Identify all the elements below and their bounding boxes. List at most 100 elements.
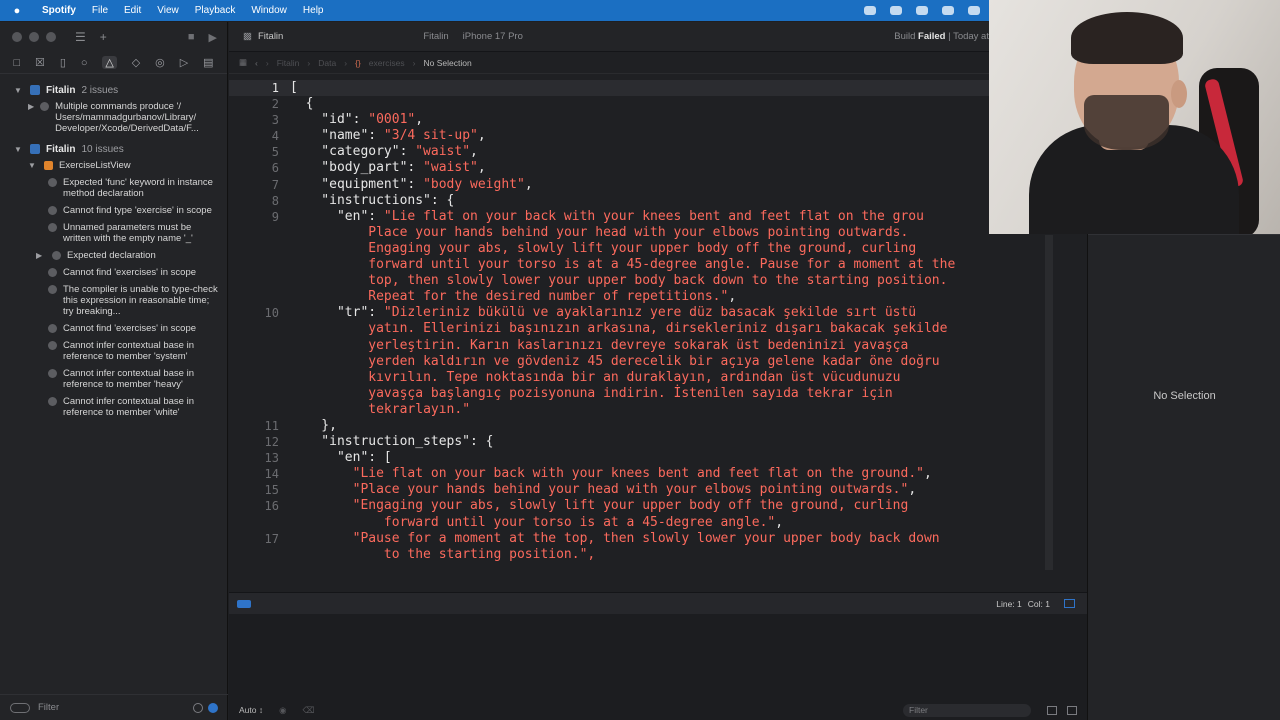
recent-filter-icon[interactable] — [193, 702, 203, 713]
breakpoint-icon[interactable]: ▷ — [180, 56, 188, 69]
issue-item[interactable]: Cannot find 'exercises' in scope — [0, 264, 227, 281]
menu-edit[interactable]: Edit — [116, 5, 149, 16]
cursor-col: Col: 1 — [1027, 598, 1050, 609]
code-text: "tr": "Dizleriniz bükülü ve ayaklarınız … — [290, 305, 917, 321]
debug-icon[interactable]: ◎ — [155, 56, 165, 69]
pen-icon[interactable] — [942, 6, 954, 15]
cloud-icon[interactable] — [890, 6, 902, 15]
eye-icon[interactable]: ◉ — [279, 705, 286, 716]
issue-item[interactable]: Cannot find type 'exercise' in scope — [0, 202, 227, 219]
bookmark-icon[interactable]: ▯ — [60, 56, 66, 69]
minimize-window-button[interactable] — [29, 32, 39, 42]
breakpoints-toggle-icon[interactable] — [237, 599, 251, 608]
errors-only-filter-icon[interactable] — [208, 702, 218, 713]
issue-group[interactable]: ▼ Fitalin 10 issues — [0, 141, 227, 157]
code-text: "body_part": "waist", — [290, 160, 486, 176]
line-number: 6 — [271, 161, 279, 176]
line-number — [229, 402, 279, 418]
console-bar: Auto ↕ ◉ ⌫ Filter — [229, 700, 1087, 720]
issue-item[interactable]: The compiler is unable to type-check thi… — [0, 281, 227, 320]
code-text: "Place your hands behind your head with … — [352, 482, 917, 498]
zoom-window-button[interactable] — [46, 32, 56, 42]
issue-file[interactable]: ▼ ExerciseListView — [0, 157, 227, 174]
menu-app-name[interactable]: Spotify — [34, 5, 84, 16]
code-editor[interactable]: 1[ 2 { 3 "id": "0001", 4 "name": "3/4 si… — [229, 80, 1087, 592]
json-string: Engaging your abs, slowly lift your uppe… — [368, 240, 917, 256]
issue-item[interactable]: Cannot find 'exercises' in scope — [0, 320, 227, 337]
json-string: yavaşça başlangıç pozisyonuna indirin. İ… — [368, 385, 893, 401]
code-text: yerden kaldırın ve gövdeniz 45 derecelik… — [279, 354, 939, 370]
apple-menu-icon[interactable]: ● — [0, 5, 34, 17]
issue-warning-icon[interactable]: △ — [102, 56, 117, 69]
issue-item[interactable]: Cannot infer contextual base in referenc… — [0, 337, 227, 365]
code-line: 7 "equipment": "body weight", — [229, 177, 1087, 193]
trash-icon[interactable]: ⌫ — [303, 705, 315, 716]
variables-view-icon[interactable] — [1047, 705, 1057, 715]
breadcrumb-selection[interactable]: No Selection — [424, 58, 472, 68]
issue-group[interactable]: ▼ Fitalin 2 issues — [0, 82, 227, 98]
issue-text: Unnamed parameters must be written with … — [63, 222, 193, 244]
chevron-down-icon[interactable]: ▼ — [14, 145, 24, 154]
related-items-icon[interactable]: ▦ — [239, 57, 247, 68]
report-icon[interactable]: ▤ — [203, 56, 213, 69]
menu-view[interactable]: View — [149, 5, 187, 16]
filter-toggle-icon[interactable] — [10, 702, 30, 713]
line-number: 16 — [264, 499, 279, 514]
status-icon[interactable] — [864, 6, 876, 15]
code-line: forward until your torso is at a 45-degr… — [229, 515, 1087, 531]
show-debug-area-icon[interactable] — [1064, 599, 1075, 608]
menu-window[interactable]: Window — [243, 5, 295, 16]
breadcrumb-file[interactable]: exercises — [369, 58, 405, 68]
code-text: "en": "Lie flat on your back with your k… — [290, 208, 924, 224]
stop-icon[interactable]: ■ — [188, 31, 195, 44]
line-number: 5 — [271, 145, 279, 160]
menu-playback[interactable]: Playback — [187, 5, 244, 16]
issue-item[interactable]: Cannot infer contextual base in referenc… — [0, 393, 227, 421]
code-text: [ — [290, 80, 298, 95]
creative-cloud-icon[interactable] — [968, 6, 980, 15]
editor-scrollbar[interactable] — [1045, 235, 1053, 570]
sidebar-toggle-icon[interactable]: ☰ — [75, 30, 86, 44]
chevron-down-icon[interactable]: ▼ — [14, 86, 24, 95]
add-icon[interactable]: + — [100, 30, 107, 44]
run-destination[interactable]: iPhone 17 Pro — [463, 31, 523, 42]
navigator-filter-input[interactable]: Filter — [38, 702, 59, 713]
json-string: tekrarlayın." — [368, 401, 471, 417]
scheme-name[interactable]: Fitalin — [423, 31, 448, 42]
inspector-divider — [1088, 234, 1280, 235]
console-mode-select[interactable]: Auto ↕ — [239, 705, 263, 715]
code-text: forward until your torso is at a 45-degr… — [383, 514, 784, 530]
issue-item[interactable]: ▶ Multiple commands produce '/ Users/mam… — [0, 98, 227, 137]
code-line: to the starting position.", — [229, 547, 1087, 563]
issue-item[interactable]: Expected 'func' keyword in instance meth… — [0, 174, 227, 202]
chevron-right-icon[interactable]: ▶ — [36, 250, 46, 261]
window-titlebar: ☰ + ■ ▶ — [0, 22, 227, 52]
breadcrumb-project[interactable]: Fitalin — [277, 58, 300, 68]
run-icon[interactable]: ▶ — [209, 31, 217, 44]
display-icon[interactable] — [916, 6, 928, 15]
source-control-icon[interactable]: ☒ — [35, 56, 45, 69]
close-window-button[interactable] — [12, 32, 22, 42]
issue-item[interactable]: ▶ Expected declaration — [0, 247, 227, 264]
console-filter-input[interactable]: Filter — [903, 703, 1031, 717]
forward-icon[interactable]: › — [266, 58, 269, 68]
test-icon[interactable]: ◇ — [132, 56, 140, 69]
scheme-selector[interactable]: Fitalin iPhone 17 Pro — [423, 31, 523, 42]
issue-text: Cannot find 'exercises' in scope — [63, 323, 197, 334]
code-line: yerden kaldırın ve gövdeniz 45 derecelik… — [229, 354, 1087, 370]
back-icon[interactable]: ‹ — [255, 58, 258, 68]
chevron-down-icon[interactable]: ▼ — [28, 160, 38, 171]
folder-icon[interactable]: □ — [13, 57, 20, 69]
chevron-right-icon[interactable]: ▶ — [28, 101, 34, 134]
swift-file-icon — [44, 161, 53, 170]
issue-item[interactable]: Unnamed parameters must be written with … — [0, 219, 227, 247]
find-icon[interactable]: ○ — [81, 57, 88, 69]
json-string: top, then slowly lower your upper body b… — [368, 273, 948, 289]
issue-item[interactable]: Cannot infer contextual base in referenc… — [0, 365, 227, 393]
menu-help[interactable]: Help — [295, 5, 332, 16]
json-string: "Lie flat on your back with your knees b… — [352, 466, 924, 482]
breadcrumb-folder[interactable]: Data — [318, 58, 336, 68]
console-view-icon[interactable] — [1067, 705, 1077, 715]
menu-file[interactable]: File — [84, 5, 116, 16]
line-number — [229, 338, 279, 354]
